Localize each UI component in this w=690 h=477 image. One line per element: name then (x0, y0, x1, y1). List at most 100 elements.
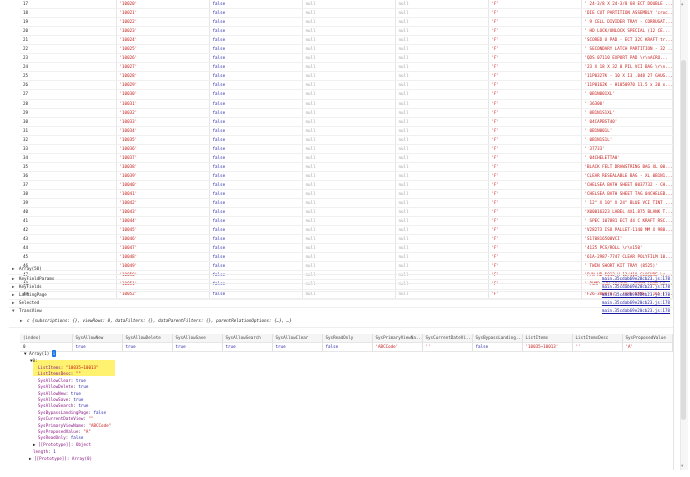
row-index: 29 (20, 108, 117, 118)
row-type: 'F' (488, 89, 582, 100)
triangle-down-icon[interactable]: ▼ (12, 307, 19, 315)
row-key: '10048' (116, 252, 210, 263)
source-link[interactable]: main.35cdab69e20cb23.js:178 (602, 299, 670, 307)
row-key: '10027' (116, 62, 210, 73)
section-transview[interactable]: ▼ TransView (12, 307, 42, 315)
source-link[interactable]: main.35cdab69e20cb23.js:178 (602, 291, 670, 299)
row-flag: false (209, 44, 303, 55)
row-index: 22 (20, 44, 117, 55)
array-50-line[interactable]: ▶ Array(50) (12, 265, 42, 273)
row-flag: false (209, 225, 303, 236)
row-flag: false (209, 99, 303, 109)
row-type: 'F' (488, 270, 582, 281)
table-cell: true (72, 342, 123, 352)
column-header[interactable]: SysAllowDelete (122, 334, 173, 343)
row-description: '23 X 18 X 32 0 PIL VCI BAG \r\n... (581, 62, 673, 73)
source-link[interactable]: main.35cdab69e20cb23.js:178 (602, 275, 670, 283)
section-selected[interactable]: ▶ Selected (12, 299, 39, 307)
triangle-right-icon[interactable]: ▶ (12, 299, 19, 307)
table-row: 0 true true true true true false 'ABCCode' '' fal… (20, 342, 673, 352)
triangle-down-icon[interactable]: ▼ (24, 350, 27, 357)
row-null-b: null (395, 261, 489, 272)
triangle-right-icon[interactable]: ▶ (12, 291, 19, 299)
row-key: '10030' (116, 89, 210, 100)
table-row: 31'10034' false null null 'F' ' 0B1N001L' (20, 126, 673, 136)
prototype-array-line[interactable]: ▶ [[Prototype]]: Array(0) (29, 455, 92, 462)
column-header[interactable]: SysAllowSearch (222, 334, 273, 343)
row-index: 30 (20, 117, 117, 127)
column-header[interactable]: SysBypassLanding... (472, 334, 523, 343)
row-null-a: null (302, 108, 396, 118)
row-type: 'F' (488, 171, 582, 181)
row-null-b: null (395, 17, 489, 28)
column-header[interactable]: SysPrimaryViewNa... (372, 334, 423, 343)
row-null-a: null (302, 216, 396, 227)
column-header[interactable]: SysAllowSave (172, 334, 223, 343)
scroll-down-icon[interactable]: ▼ (681, 463, 686, 468)
table-row: 27'10030' false null null 'F' ' 0B1N001XL' (20, 89, 673, 100)
row-description: '11P0327K - 10 X 13 .048 27 GAUG... (581, 71, 673, 82)
table-row: 22'10025' false null null 'F' ' SECONDARY LAT… (20, 44, 673, 55)
row-index: 35 (20, 162, 117, 172)
row-key: '10049' (116, 261, 210, 272)
table-row: 46'10049' false null null 'F' ' TWIN SHORT KI… (20, 261, 673, 272)
row-key: '10041' (116, 189, 210, 200)
column-header[interactable]: SysReadOnly (322, 334, 373, 343)
source-link[interactable]: main.35cdab69e20cb23.js:178 (602, 283, 670, 291)
row-null-a: null (302, 279, 396, 290)
table-row: 45'10048' false null null 'F' '61A-2987-7747 … (20, 252, 673, 263)
column-header[interactable]: SysProposedValue (622, 334, 673, 343)
row-key: '10046' (116, 234, 210, 245)
expanded-array-line[interactable]: ▼ Array(1) i (24, 350, 57, 358)
row-null-a: null (302, 89, 396, 100)
object-summary-line[interactable]: ▶ c {subscriptions: {}, viewRows: 0, data… (20, 317, 292, 325)
row-key: '10024' (116, 35, 210, 46)
row-null-a: null (302, 26, 396, 37)
row-key: '10036' (116, 144, 210, 154)
triangle-right-icon[interactable]: ▶ (12, 265, 19, 273)
triangle-right-icon[interactable]: ▶ (29, 455, 32, 462)
table-row: 40'10043' false null null 'F' 'X00016323 LABE… (20, 207, 673, 218)
row-index: 21 (20, 35, 117, 46)
table-cell: 'A' (622, 342, 673, 352)
row-index: 43 (20, 234, 117, 245)
section-label: KeyFields (19, 284, 42, 289)
property-key: ListItemsDesc (38, 371, 71, 377)
column-header[interactable]: ListItemsDesc (572, 334, 623, 343)
row-null-a: null (302, 243, 396, 254)
column-header[interactable]: SysAllowNew (72, 334, 123, 343)
column-header[interactable]: SysAllowClear (272, 334, 323, 343)
array-item-line[interactable]: ▼0: (30, 357, 38, 364)
row-index: 24 (20, 62, 117, 73)
row-description: ' 9 CELL DIVIDER TRAY - CORRUGAT... (581, 17, 673, 28)
row-null-b: null (395, 144, 489, 154)
row-null-b: null (395, 162, 489, 172)
column-header[interactable]: ListItems (522, 334, 573, 343)
row-null-a: null (302, 171, 396, 181)
triangle-right-icon[interactable]: ▶ (12, 283, 19, 291)
table-row: 41'10044' false null null 'F' ' SPEC 107881 E… (20, 216, 673, 227)
property-key: SysAllowSearch (38, 403, 74, 409)
triangle-right-icon[interactable]: ▶ (12, 275, 19, 283)
scroll-up-icon[interactable]: ▲ (681, 1, 686, 6)
table-row: 29'10032' false null null 'F' ' 0B1N1S1XL' (20, 108, 673, 118)
section-keyfields[interactable]: ▶ KeyFields (12, 283, 42, 291)
row-null-a: null (302, 189, 396, 200)
property-value: false (70, 435, 84, 441)
column-header[interactable]: SysCurrentDateVi... (422, 334, 473, 343)
table-row: 24'10027' false null null 'F' '23 X 18 X 32 0… (20, 62, 673, 73)
row-flag: false (209, 234, 303, 245)
section-landingpage[interactable]: ▶ LandingPage (12, 291, 47, 299)
section-keyfieldparams[interactable]: ▶ KeyFieldParams (12, 275, 54, 283)
source-link[interactable]: main.35cdab69e20cb23.js:178 (602, 307, 670, 315)
column-header[interactable]: (index) (20, 334, 73, 343)
divider (9, 327, 673, 328)
row-key: '10032' (116, 108, 210, 118)
row-type: 'F' (488, 243, 582, 254)
property-key: SysProposedValue (38, 429, 79, 434)
row-flag: false (209, 144, 303, 154)
triangle-right-icon[interactable]: ▶ (20, 317, 27, 325)
table-cell: '10035~10013' (522, 342, 573, 352)
scrollbar-thumb[interactable] (681, 60, 686, 420)
row-null-b: null (395, 62, 489, 73)
